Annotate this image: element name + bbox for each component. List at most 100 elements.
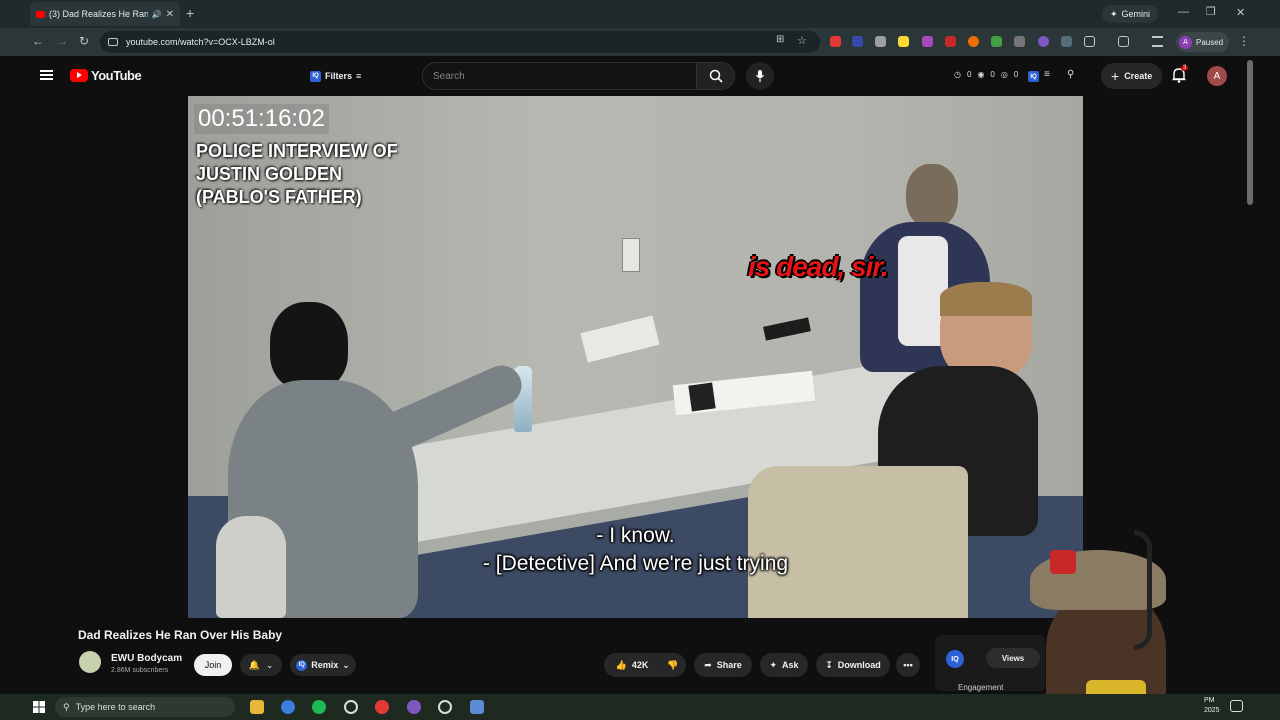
channel-name[interactable]: EWU Bodycam: [111, 653, 182, 664]
overlay-title-line-1: POLICE INTERVIEW OF: [196, 141, 398, 161]
dislike-button[interactable]: 👎: [660, 653, 686, 677]
more-actions-button[interactable]: •••: [896, 653, 920, 677]
profile-status: Paused: [1196, 37, 1224, 47]
share-button[interactable]: ➦ Share: [694, 653, 752, 677]
minimize-icon[interactable]: —: [1178, 6, 1189, 18]
download-button[interactable]: ↧ Download: [816, 653, 890, 677]
remix-button[interactable]: IQ Remix ⌄: [290, 654, 356, 676]
app-blue-icon[interactable]: [470, 700, 484, 714]
trophy-icon[interactable]: ⚲: [1067, 69, 1074, 80]
address-bar[interactable]: youtube.com/watch?v=OCX-LBZM-ol: [100, 31, 820, 53]
iq-panel-icon[interactable]: IQ: [946, 650, 964, 668]
tab-close-icon[interactable]: ✕: [166, 9, 174, 20]
youtube-logo[interactable]: YouTube: [70, 68, 142, 83]
filters-label: Filters: [325, 71, 353, 81]
extension-1-icon[interactable]: [830, 36, 841, 47]
filters-button[interactable]: IQ Filters ≡: [304, 65, 367, 87]
join-button[interactable]: Join: [194, 654, 232, 676]
plus-icon: +: [1111, 68, 1120, 84]
extension-11-icon[interactable]: [1061, 36, 1072, 47]
new-tab-button[interactable]: +: [186, 5, 194, 21]
notification-center-icon[interactable]: [1230, 700, 1243, 712]
microphone-icon: [756, 70, 764, 82]
tab-title: (3) Dad Realizes He Ran Over His Baby: [49, 9, 148, 19]
account-avatar[interactable]: A: [1207, 66, 1227, 86]
iq-header-icon[interactable]: IQ: [1028, 71, 1039, 82]
video-scene-detective-hair: [940, 282, 1032, 316]
voice-search-button[interactable]: [746, 62, 774, 90]
video-scene-phone-1: [688, 382, 716, 412]
profile-button[interactable]: A Paused: [1176, 32, 1230, 52]
like-button[interactable]: 👍 42K: [604, 653, 660, 677]
extensions-puzzle-icon[interactable]: [1084, 36, 1095, 47]
subtitle-line-1: - I know.: [596, 524, 675, 547]
gemini-icon: ✦: [1110, 8, 1118, 19]
bell-icon: 🔔: [248, 659, 260, 670]
video-overlay-title: POLICE INTERVIEW OF JUSTIN GOLDEN (PABLO…: [196, 140, 398, 209]
video-scene-outlet: [622, 238, 640, 272]
spotify-icon[interactable]: [312, 700, 326, 714]
side-panel-icon[interactable]: [1118, 36, 1129, 47]
browser-toolbar: ← → ↻ youtube.com/watch?v=OCX-LBZM-ol ⊞ …: [0, 28, 1280, 56]
site-info-icon[interactable]: [108, 38, 118, 46]
system-clock[interactable]: PM 2025: [1204, 696, 1220, 716]
stat-clock-icon: ◷: [954, 70, 961, 79]
page-scrollbar[interactable]: [1247, 60, 1253, 205]
ask-button[interactable]: ✦ Ask: [760, 653, 808, 677]
extension-4-icon[interactable]: [898, 36, 909, 47]
file-explorer-icon[interactable]: [250, 700, 264, 714]
app-red-icon[interactable]: [375, 700, 389, 714]
filter-sliders-icon: ≡: [356, 71, 362, 81]
obs-icon[interactable]: [344, 700, 358, 714]
search-button[interactable]: [697, 62, 735, 90]
stat-eye-icon: ◉: [977, 70, 985, 79]
channel-avatar[interactable]: [79, 651, 101, 673]
youtube-header: YouTube IQ Filters ≡ Search ◷ 0 ◉ 0 ◎ 0 IQ …: [24, 56, 1246, 96]
browser-tab-active[interactable]: (3) Dad Realizes He Ran Over His Baby 🔊 …: [30, 2, 180, 26]
extension-10-icon[interactable]: [1038, 36, 1049, 47]
guide-menu-icon[interactable]: [40, 70, 53, 80]
app-circle-icon[interactable]: [438, 700, 452, 714]
video-title: Dad Realizes He Ran Over His Baby: [78, 628, 283, 642]
subscription-bell-button[interactable]: 🔔 ⌄: [240, 654, 282, 676]
extension-9-icon[interactable]: [1014, 36, 1025, 47]
install-app-icon[interactable]: ⊞: [776, 34, 784, 45]
taskbar-search-input[interactable]: ⚲ Type here to search: [55, 697, 235, 717]
remix-label: Remix: [311, 660, 339, 670]
extension-6-icon[interactable]: [945, 36, 956, 47]
extension-7-icon[interactable]: [968, 36, 979, 47]
windows-start-icon[interactable]: [33, 701, 45, 713]
restore-icon[interactable]: ❐: [1206, 5, 1216, 18]
iq-menu-icon[interactable]: ≡: [1044, 69, 1050, 80]
remix-chevron-icon: ⌄: [342, 659, 350, 670]
clock-date: 2025: [1204, 707, 1220, 714]
engagement-label: Engagement: [958, 683, 1004, 692]
youtube-favicon-icon: [36, 10, 45, 18]
extension-3-icon[interactable]: [875, 36, 886, 47]
create-button[interactable]: + Create: [1101, 63, 1163, 89]
stat-3: 0: [1013, 70, 1019, 79]
ask-label: Ask: [782, 660, 799, 670]
extension-8-icon[interactable]: [991, 36, 1002, 47]
extension-stats: ◷ 0 ◉ 0 ◎ 0: [954, 70, 1018, 79]
search-input[interactable]: Search: [422, 62, 697, 90]
window-close-icon[interactable]: ✕: [1236, 6, 1245, 19]
browser-menu-icon[interactable]: ⋮: [1238, 34, 1250, 48]
extension-5-icon[interactable]: [922, 36, 933, 47]
tab-audio-icon[interactable]: 🔊: [152, 10, 162, 19]
chrome-taskbar-icon[interactable]: [281, 700, 295, 714]
discord-icon[interactable]: [407, 700, 421, 714]
bookmark-star-icon[interactable]: ☆: [797, 34, 807, 47]
extension-2-icon[interactable]: [852, 36, 863, 47]
video-player[interactable]: 00:51:16:02 POLICE INTERVIEW OF JUSTIN G…: [188, 96, 1083, 618]
forward-arrow-icon[interactable]: →: [56, 34, 68, 48]
reload-icon[interactable]: ↻: [79, 34, 89, 48]
reading-list-icon[interactable]: [1152, 36, 1163, 47]
remix-icon: IQ: [296, 659, 308, 671]
back-arrow-icon[interactable]: ←: [32, 34, 44, 48]
gemini-button[interactable]: ✦ Gemini: [1102, 5, 1159, 23]
subtitle-line-2: - [Detective] And we're just trying: [482, 552, 789, 575]
subscriber-count: 2.86M subscribers: [111, 667, 169, 674]
iq-extension-icon: IQ: [310, 70, 321, 82]
url-text: youtube.com/watch?v=OCX-LBZM-ol: [126, 37, 275, 47]
